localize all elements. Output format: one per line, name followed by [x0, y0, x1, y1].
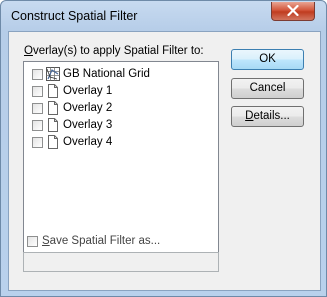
list-item-overlay-3[interactable]: Overlay 3: [24, 117, 214, 134]
overlay-checkbox[interactable]: [32, 103, 43, 114]
overlay-checkbox[interactable]: [32, 86, 43, 97]
overlays-label-text: verlay(s) to apply Spatial Filter to:: [32, 45, 204, 57]
overlay-checkbox[interactable]: [32, 137, 43, 148]
close-icon: [287, 5, 299, 16]
save-label-accel: S: [42, 235, 50, 247]
list-item-overlay-1[interactable]: Overlay 1: [24, 83, 214, 100]
overlay-label: Overlay 2: [63, 102, 113, 114]
overlays-label: Overlay(s) to apply Spatial Filter to:: [24, 45, 204, 57]
title-bar[interactable]: Construct Spatial Filter: [1, 1, 326, 31]
overlays-label-accel: O: [24, 45, 33, 57]
close-button[interactable]: [271, 2, 315, 21]
overlay-checkbox[interactable]: [32, 69, 43, 80]
overlay-label: Overlay 4: [63, 136, 113, 148]
overlay-label: GB National Grid: [63, 68, 150, 80]
details-button-label: etails...: [253, 110, 290, 122]
document-icon: [48, 118, 58, 132]
grid-layer-icon: [46, 67, 60, 81]
save-spatial-filter-checkbox[interactable]: [27, 236, 38, 247]
save-filename-field[interactable]: [23, 252, 219, 272]
cancel-button[interactable]: Cancel: [231, 78, 304, 99]
ok-button[interactable]: OK: [231, 49, 304, 70]
document-icon: [48, 135, 58, 149]
document-icon: [48, 101, 58, 115]
construct-spatial-filter-dialog: Construct Spatial Filter Overlay(s) to a…: [0, 0, 327, 297]
overlay-label: Overlay 3: [63, 119, 113, 131]
save-label-text: ave Spatial Filter as...: [49, 235, 161, 247]
save-spatial-filter-label: Save Spatial Filter as...: [42, 235, 160, 247]
list-item-overlay-4[interactable]: Overlay 4: [24, 134, 214, 151]
details-button[interactable]: Details...: [231, 106, 304, 127]
overlay-label: Overlay 1: [63, 85, 113, 97]
dialog-client-area: Overlay(s) to apply Spatial Filter to: G…: [8, 31, 321, 291]
document-icon: [48, 84, 58, 98]
dialog-title: Construct Spatial Filter: [11, 9, 138, 23]
overlay-list[interactable]: GB National Grid Overlay 1 Overlay 2 Ove…: [23, 61, 219, 254]
list-item-gb-national-grid[interactable]: GB National Grid: [24, 66, 214, 83]
overlay-checkbox[interactable]: [32, 120, 43, 131]
list-item-overlay-2[interactable]: Overlay 2: [24, 100, 214, 117]
